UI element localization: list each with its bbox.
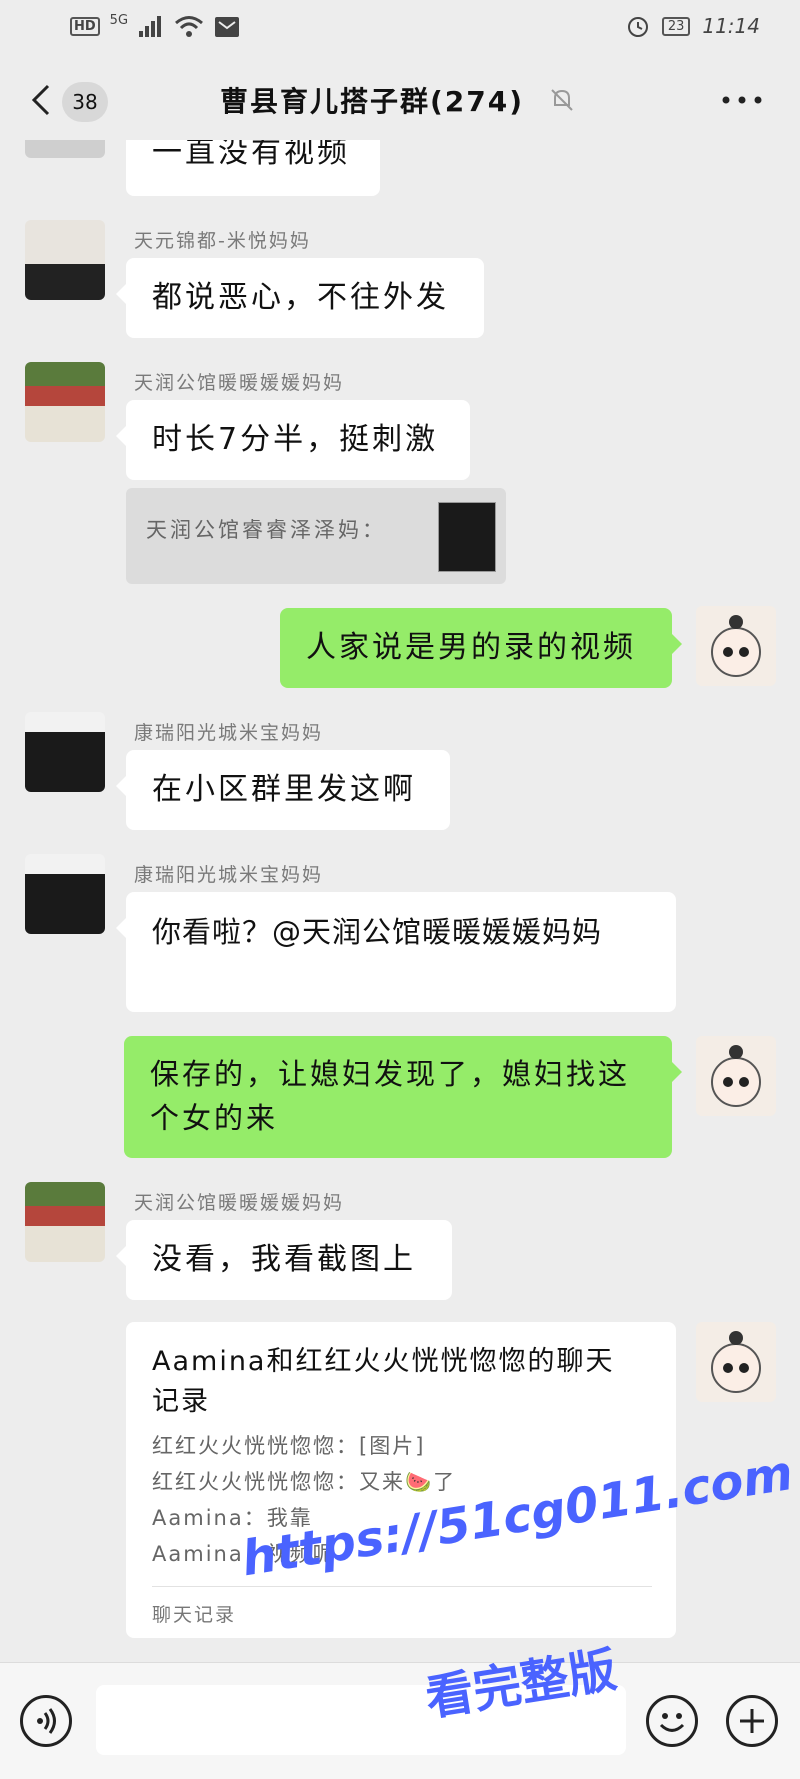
message-bubble[interactable]: 都说恶心，不往外发	[116, 258, 484, 338]
message-text: 没看，我看截图上	[152, 1242, 416, 1277]
input-bar	[0, 1662, 800, 1779]
network-type: HD	[70, 16, 100, 36]
own-avatar[interactable]	[696, 606, 776, 686]
voice-icon	[37, 1708, 56, 1734]
battery-icon: 23	[661, 16, 691, 36]
own-message-bubble[interactable]: 人家说是男的录的视频	[280, 608, 682, 688]
signal-bars-icon	[139, 16, 162, 37]
message-text: 一直没有视频	[152, 135, 350, 170]
more-options-icon[interactable]	[720, 92, 764, 108]
message-text: 时长7分半，挺刺激	[152, 422, 439, 457]
avatar[interactable]	[25, 362, 105, 442]
unread-count-badge[interactable]: 38	[62, 82, 108, 122]
sender-name: 康瑞阳光城米宝妈妈	[134, 722, 324, 744]
record-line: 红红火火恍恍惚惚：又来🍉了	[152, 1470, 457, 1494]
quote-text: 天润公馆睿睿泽泽妈：	[146, 518, 386, 542]
quote-thumbnail[interactable]	[438, 502, 496, 572]
avatar[interactable]	[25, 1182, 105, 1262]
signal-icon: 5G	[110, 13, 128, 28]
message-text-line: 保存的，让媳妇发现了，媳妇找这	[150, 1057, 631, 1091]
avatar[interactable]	[25, 854, 105, 934]
message-text: 你看啦？@天润公馆暖暖媛媛妈妈	[152, 915, 603, 949]
cartoon-face-icon	[711, 615, 761, 677]
bubble-tail	[116, 1246, 126, 1266]
message-icon	[215, 17, 240, 37]
bubble-tail	[672, 634, 682, 654]
chat-title: 曹县育儿搭子群(274)	[220, 85, 525, 118]
record-footer: 聊天记录	[152, 1604, 237, 1626]
record-line: 红红火火恍恍惚惚：[图片]	[152, 1434, 426, 1458]
message-text: 都说恶心，不往外发	[152, 280, 449, 315]
record-title-line: Aamina和红红火火恍恍惚惚的聊天	[152, 1346, 615, 1377]
bubble-tail	[672, 1062, 682, 1082]
message-text: 在小区群里发这啊	[152, 772, 416, 807]
sender-name: 康瑞阳光城米宝妈妈	[134, 864, 324, 886]
message-text-line: 个女的来	[150, 1101, 279, 1135]
own-avatar[interactable]	[696, 1036, 776, 1116]
back-arrow-icon[interactable]	[28, 82, 58, 118]
divider	[152, 1586, 652, 1587]
sender-name: 天元锦都-米悦妈妈	[134, 230, 311, 252]
message-bubble[interactable]: 你看啦？@天润公馆暖暖媛媛妈妈	[116, 892, 676, 1012]
record-title-line: 记录	[152, 1386, 210, 1417]
mute-bell-icon	[551, 89, 573, 111]
wifi-icon	[175, 16, 203, 37]
avatar[interactable]	[25, 220, 105, 300]
clock: 11:14	[702, 14, 760, 38]
signal-label: 5G	[109, 12, 129, 28]
status-bar: HD 5G 23 11:14	[0, 0, 800, 56]
bubble-tail	[116, 426, 126, 446]
bubble-tail	[116, 284, 126, 304]
bubble-tail	[116, 776, 126, 796]
cartoon-face-icon	[711, 1331, 761, 1393]
message-bubble[interactable]: 没看，我看截图上	[116, 1220, 452, 1300]
cartoon-face-icon	[711, 1045, 761, 1107]
add-button[interactable]	[726, 1695, 778, 1747]
chat-header-front: 38 曹县育儿搭子群(274)	[0, 60, 800, 140]
sender-name: 天润公馆暖暖媛媛妈妈	[134, 372, 345, 394]
message-text: 人家说是男的录的视频	[306, 630, 636, 665]
alarm-icon	[627, 17, 648, 37]
own-avatar[interactable]	[696, 1322, 776, 1402]
own-message-bubble[interactable]: 保存的，让媳妇发现了，媳妇找这 个女的来	[124, 1036, 682, 1158]
message-bubble[interactable]: 在小区群里发这啊	[116, 750, 450, 830]
message-bubble[interactable]: 时长7分半，挺刺激	[116, 400, 470, 480]
plus-icon	[740, 1709, 764, 1733]
smiley-icon	[659, 1713, 685, 1732]
quoted-message[interactable]: 天润公馆睿睿泽泽妈：	[126, 488, 506, 584]
bubble-tail	[116, 918, 126, 938]
voice-input-button[interactable]	[20, 1695, 72, 1747]
avatar[interactable]	[25, 712, 105, 792]
emoji-button[interactable]	[646, 1695, 698, 1747]
sender-name: 天润公馆暖暖媛媛妈妈	[134, 1192, 345, 1214]
